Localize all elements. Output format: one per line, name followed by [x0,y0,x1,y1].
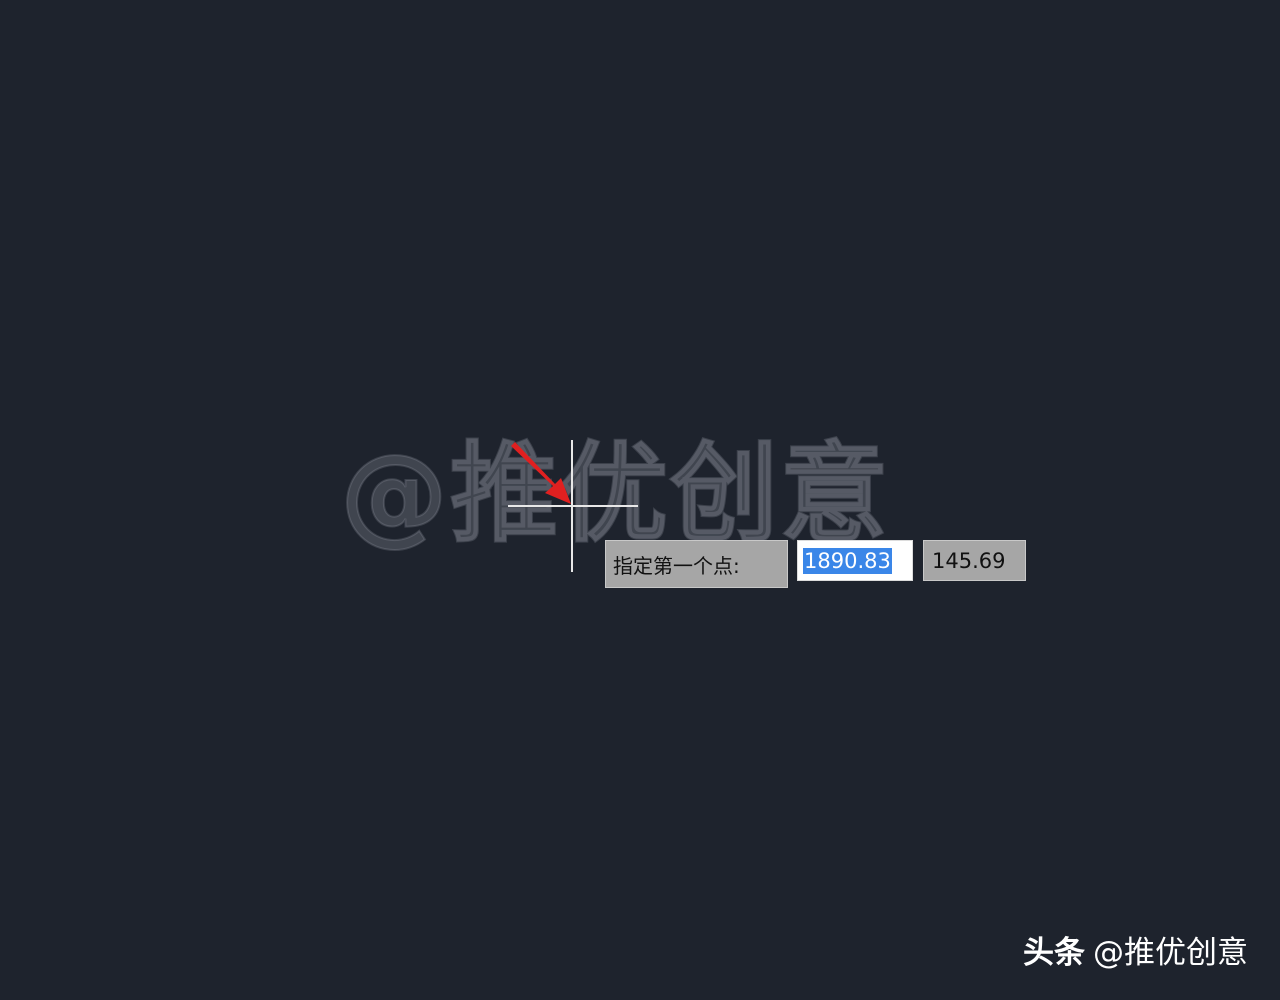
drawing-canvas[interactable]: @推优创意 指定第一个点: 1890.83 145.69 头条 @推优创意 [0,0,1280,1000]
y-coordinate-value[interactable]: 145.69 [932,549,1005,573]
prompt-label: 指定第一个点: [613,553,740,578]
dynamic-input-prompt: 指定第一个点: [605,540,788,588]
red-arrow-icon [511,442,571,504]
credit-handle: @推优创意 [1093,935,1248,971]
source-credit: 头条 @推优创意 [1023,927,1248,972]
x-coordinate-input[interactable]: 1890.83 [797,540,913,581]
y-coordinate-input[interactable]: 145.69 [923,540,1026,581]
x-coordinate-value[interactable]: 1890.83 [803,547,892,574]
credit-brand: 头条 [1023,935,1085,971]
